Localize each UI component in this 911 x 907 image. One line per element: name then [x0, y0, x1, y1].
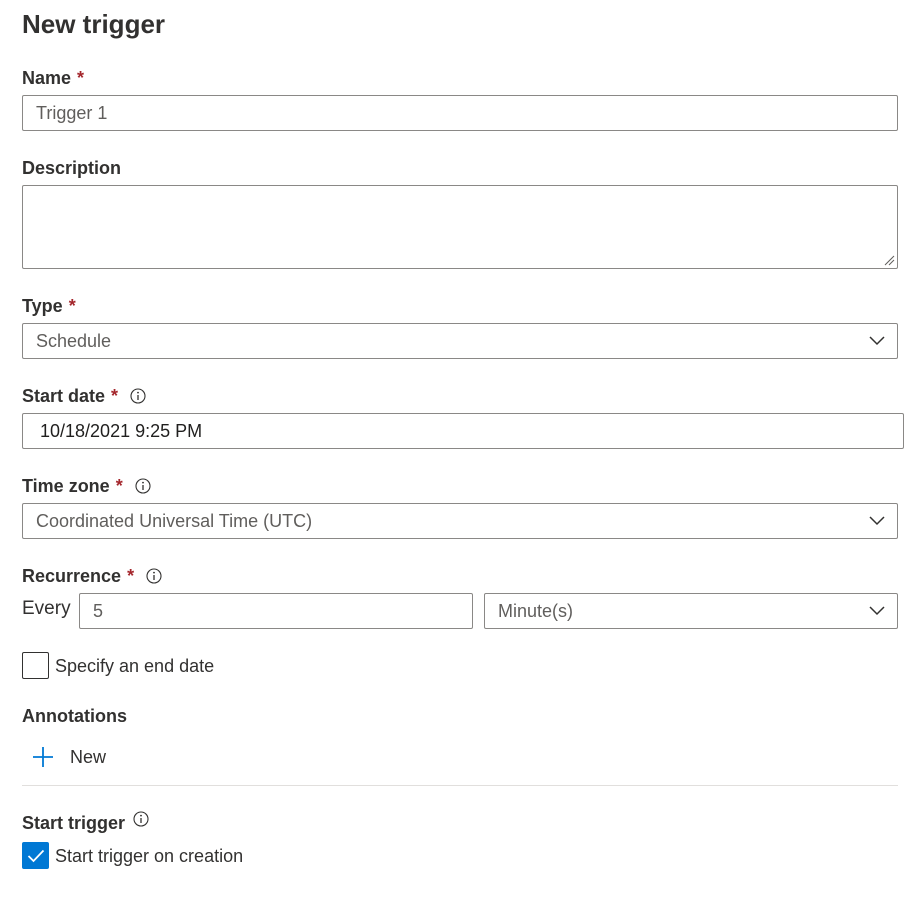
required-mark: *	[111, 386, 119, 406]
type-dropdown[interactable]: Schedule	[22, 323, 898, 359]
name-input[interactable]	[22, 95, 898, 131]
recurrence-interval-value: 5	[93, 600, 104, 621]
required-mark: *	[77, 68, 85, 88]
name-label-text: Name	[22, 68, 72, 88]
start-date-label: Start date *	[22, 384, 146, 408]
end-date-checkbox-label[interactable]: Specify an end date	[55, 654, 214, 678]
type-label-text: Type	[22, 296, 63, 316]
panel-title: New trigger	[22, 9, 166, 39]
info-icon[interactable]	[146, 568, 162, 584]
add-icon	[33, 747, 53, 767]
description-label: Description	[22, 158, 122, 178]
type-dropdown-value: Schedule	[36, 330, 112, 351]
start-date-input[interactable]: 10/18/2021 9:25 PM	[22, 413, 904, 449]
start-trigger-label: Start trigger	[22, 811, 149, 835]
type-label: Type *	[22, 294, 76, 318]
new-annotation-label: New	[70, 747, 107, 767]
info-icon[interactable]	[135, 478, 151, 494]
resize-grip-icon[interactable]	[883, 254, 895, 266]
description-textarea[interactable]	[22, 185, 898, 269]
recurrence-label: Recurrence *	[22, 564, 162, 588]
recurrence-unit-value: Minute(s)	[498, 600, 574, 621]
time-zone-label-text: Time zone	[22, 476, 110, 496]
info-icon[interactable]	[130, 388, 146, 404]
every-label: Every	[22, 598, 71, 619]
start-trigger-label-text: Start trigger	[22, 813, 126, 833]
recurrence-label-text: Recurrence	[22, 566, 122, 586]
chevron-down-icon	[869, 606, 885, 616]
recurrence-interval-input[interactable]: 5	[79, 593, 473, 629]
required-mark: *	[115, 476, 123, 496]
info-icon[interactable]	[133, 811, 149, 827]
start-trigger-checkbox[interactable]	[22, 842, 49, 869]
end-date-checkbox[interactable]	[22, 652, 49, 679]
time-zone-value: Coordinated Universal Time (UTC)	[36, 510, 313, 531]
annotations-label: Annotations	[22, 706, 127, 726]
required-mark: *	[127, 566, 135, 586]
time-zone-label: Time zone *	[22, 474, 151, 498]
time-zone-dropdown[interactable]: Coordinated Universal Time (UTC)	[22, 503, 898, 539]
start-date-label-text: Start date	[22, 386, 106, 406]
new-annotation-button[interactable]: New	[30, 744, 106, 770]
name-label: Name *	[22, 66, 84, 90]
checkmark-icon	[27, 849, 44, 862]
required-mark: *	[68, 296, 76, 316]
chevron-down-icon	[869, 516, 885, 526]
chevron-down-icon	[869, 336, 885, 346]
start-date-value: 10/18/2021 9:25 PM	[40, 420, 203, 441]
recurrence-unit-dropdown[interactable]: Minute(s)	[484, 593, 898, 629]
section-divider	[22, 785, 898, 786]
start-trigger-checkbox-label[interactable]: Start trigger on creation	[55, 844, 243, 868]
